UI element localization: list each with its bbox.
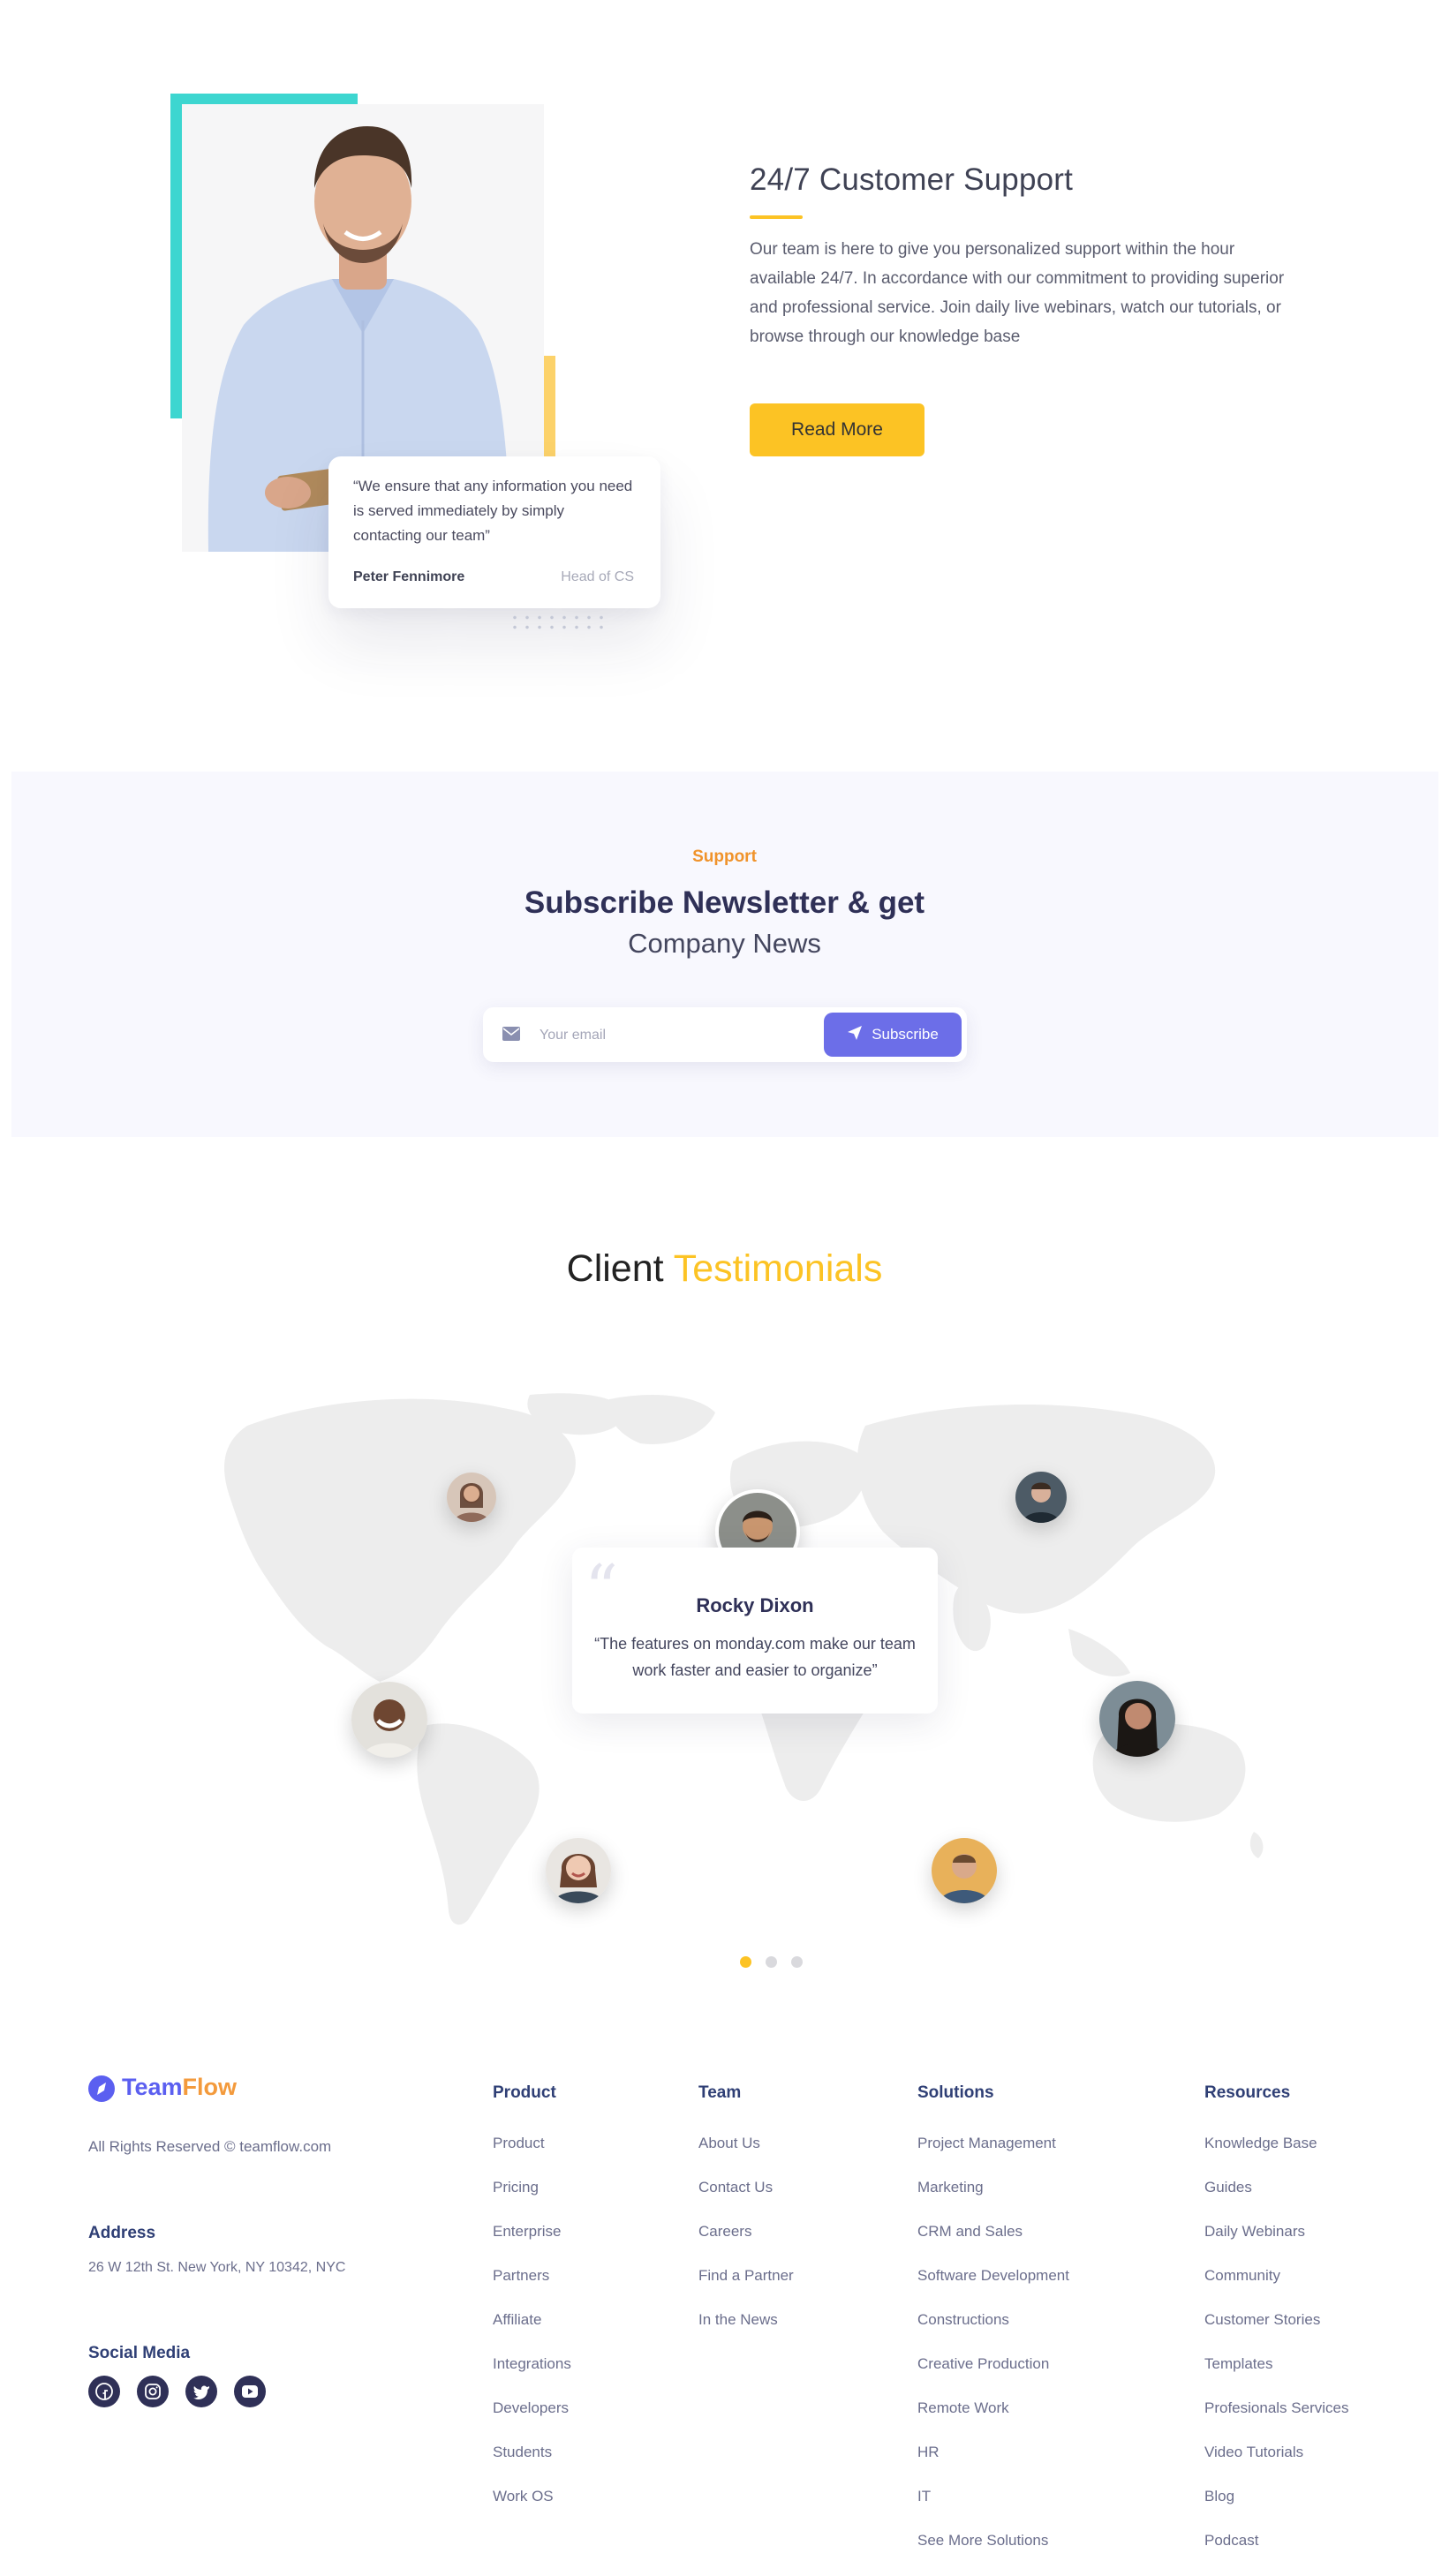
email-input[interactable] bbox=[538, 1020, 806, 1051]
instagram-icon[interactable] bbox=[137, 2376, 169, 2407]
slider-dot[interactable] bbox=[766, 1956, 777, 1968]
newsletter-form: Subscribe bbox=[483, 1007, 967, 1062]
client-avatar[interactable] bbox=[1015, 1472, 1067, 1523]
facebook-icon[interactable] bbox=[88, 2376, 120, 2407]
testimonials-title: Client Testimonials bbox=[0, 1247, 1449, 1291]
subscribe-button[interactable]: Subscribe bbox=[824, 1013, 962, 1057]
footer-link[interactable]: Find a Partner bbox=[698, 2267, 794, 2311]
newsletter-label: Support bbox=[692, 847, 757, 866]
testimonial-text: “The features on monday.com make our tea… bbox=[594, 1635, 916, 1679]
client-avatar[interactable] bbox=[932, 1838, 997, 1903]
footer-link[interactable]: Profesionals Services bbox=[1204, 2399, 1348, 2444]
footer-link[interactable]: Affiliate bbox=[493, 2311, 571, 2355]
social-heading: Social Media bbox=[88, 2344, 191, 2362]
quote-role: Head of CS bbox=[561, 569, 634, 584]
quote-author: Peter Fennimore bbox=[353, 569, 465, 584]
teamflow-logo[interactable]: TeamFlow bbox=[122, 2074, 237, 2101]
client-avatar[interactable] bbox=[1099, 1681, 1175, 1757]
footer-link[interactable]: Developers bbox=[493, 2399, 571, 2444]
footer-link[interactable]: Video Tutorials bbox=[1204, 2444, 1348, 2488]
twitter-icon[interactable] bbox=[185, 2376, 217, 2407]
footer-link[interactable]: Students bbox=[493, 2444, 571, 2488]
footer-link[interactable]: Templates bbox=[1204, 2355, 1348, 2399]
footer-column-heading: Solutions bbox=[917, 2083, 994, 2102]
quote-card: “We ensure that any information you need… bbox=[328, 456, 660, 608]
address-heading: Address bbox=[88, 2224, 156, 2242]
footer-link[interactable]: Pricing bbox=[493, 2179, 571, 2223]
support-description: Our team is here to give you personalize… bbox=[750, 240, 1285, 346]
slider-dot[interactable] bbox=[791, 1956, 803, 1968]
footer-link[interactable]: CRM and Sales bbox=[917, 2223, 1069, 2267]
title-underline bbox=[750, 215, 803, 219]
slider-dot-active[interactable] bbox=[740, 1956, 751, 1968]
youtube-icon[interactable] bbox=[234, 2376, 266, 2407]
newsletter-subtitle: Company News bbox=[628, 928, 821, 959]
footer-link[interactable]: Blog bbox=[1204, 2488, 1348, 2532]
testimonial-name: Rocky Dixon bbox=[696, 1594, 814, 1616]
footer-link[interactable]: Knowledge Base bbox=[1204, 2135, 1348, 2179]
testimonials-title-plain: Client bbox=[566, 1247, 664, 1290]
footer-link[interactable]: Customer Stories bbox=[1204, 2311, 1348, 2355]
send-icon bbox=[847, 1025, 863, 1045]
footer-column-team: Team About Us Contact Us Careers Find a Part… bbox=[698, 2083, 794, 2355]
footer-link[interactable]: Partners bbox=[493, 2267, 571, 2311]
footer-link[interactable]: IT bbox=[917, 2488, 1069, 2532]
footer-link[interactable]: Guides bbox=[1204, 2179, 1348, 2223]
subscribe-label: Subscribe bbox=[872, 1026, 939, 1043]
footer-link[interactable]: Podcast bbox=[1204, 2532, 1348, 2576]
footer-link[interactable]: Remote Work bbox=[917, 2399, 1069, 2444]
footer-link[interactable]: Software Development bbox=[917, 2267, 1069, 2311]
footer-link[interactable]: Enterprise bbox=[493, 2223, 571, 2267]
decorative-dots bbox=[509, 613, 609, 632]
footer-link[interactable]: Daily Webinars bbox=[1204, 2223, 1348, 2267]
footer-link[interactable]: HR bbox=[917, 2444, 1069, 2488]
footer-link[interactable]: Careers bbox=[698, 2223, 794, 2267]
footer-column-heading: Product bbox=[493, 2083, 556, 2102]
footer-link[interactable]: About Us bbox=[698, 2135, 794, 2179]
footer-column-solutions: Solutions Project Management Marketing CRM … bbox=[917, 2083, 1069, 2576]
footer-link[interactable]: Product bbox=[493, 2135, 571, 2179]
footer-link[interactable]: Marketing bbox=[917, 2179, 1069, 2223]
client-avatar[interactable] bbox=[351, 1682, 427, 1758]
testimonials-title-accent: Testimonials bbox=[673, 1247, 883, 1290]
support-title: 24/7 Customer Support bbox=[750, 162, 1074, 197]
address-text: 26 W 12th St. New York, NY 10342, NYC bbox=[88, 2260, 346, 2275]
footer-link[interactable]: Project Management bbox=[917, 2135, 1069, 2179]
footer-column-resources: Resources Knowledge Base Guides Daily Webin… bbox=[1204, 2083, 1348, 2576]
footer-link[interactable]: See More Solutions bbox=[917, 2532, 1069, 2576]
footer-link[interactable]: Contact Us bbox=[698, 2179, 794, 2223]
footer-link[interactable]: Community bbox=[1204, 2267, 1348, 2311]
footer-column-product: Product Product Pricing Enterprise Partners A… bbox=[493, 2083, 571, 2532]
footer-link[interactable]: Creative Production bbox=[917, 2355, 1069, 2399]
mail-icon bbox=[502, 1027, 520, 1045]
footer-link[interactable]: Constructions bbox=[917, 2311, 1069, 2355]
copyright-text: All Rights Reserved © teamflow.com bbox=[88, 2138, 332, 2155]
footer-link[interactable]: Integrations bbox=[493, 2355, 571, 2399]
client-avatar[interactable] bbox=[546, 1838, 611, 1903]
quote-text: “We ensure that any information you need… bbox=[353, 478, 633, 544]
footer-column-heading: Resources bbox=[1204, 2083, 1291, 2102]
read-more-button[interactable]: Read More bbox=[750, 403, 924, 456]
footer-column-heading: Team bbox=[698, 2083, 742, 2102]
client-avatar[interactable] bbox=[447, 1473, 496, 1522]
footer-link[interactable]: Work OS bbox=[493, 2488, 571, 2532]
testimonial-card: “ Rocky Dixon “The features on monday.co… bbox=[572, 1548, 938, 1714]
footer-link[interactable]: In the News bbox=[698, 2311, 794, 2355]
newsletter-title: Subscribe Newsletter & get bbox=[524, 885, 925, 920]
teamflow-logo-icon[interactable] bbox=[88, 2075, 115, 2102]
